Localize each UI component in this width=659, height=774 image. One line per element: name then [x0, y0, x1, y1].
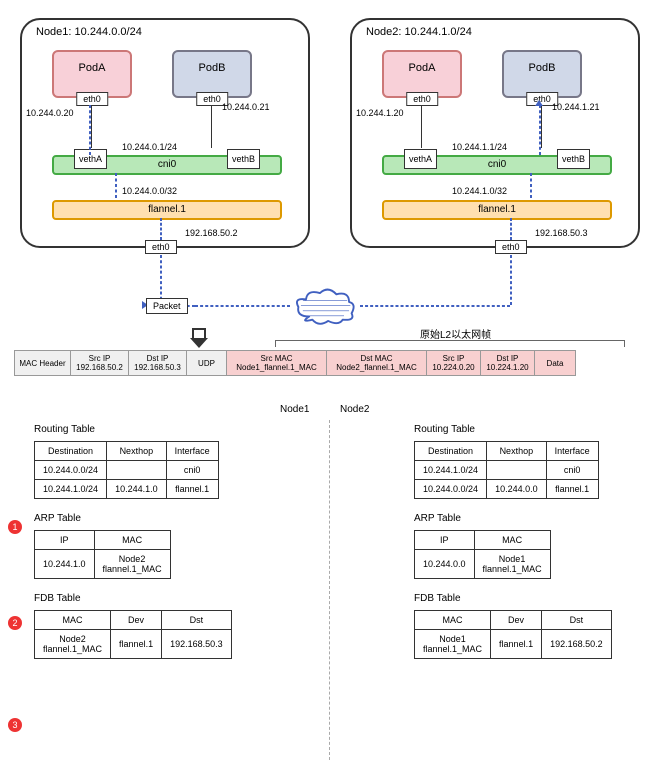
pc-mac-header: MAC Header	[15, 351, 71, 375]
node1-ipA: 10.244.0.20	[26, 108, 74, 118]
node1-tables: Routing Table DestinationNexthopInterfac…	[10, 420, 310, 673]
arrow-down-icon	[188, 328, 208, 348]
pc-src-ip2: Src IP10.224.0.20	[427, 351, 481, 375]
vertical-divider	[329, 420, 330, 760]
podA-label: PodA	[54, 62, 130, 74]
node2-box: Node2: 10.244.1.0/24 PodA eth0 PodB eth0…	[350, 18, 640, 248]
pc-src-ip: Src IP192.168.50.2	[71, 351, 129, 375]
node2-flannel-label: flannel.1	[478, 204, 516, 215]
table-row: 10.244.0.0/2410.244.0.0flannel.1	[415, 480, 599, 499]
node1-cni-bar: cni0 vethA vethB	[52, 155, 282, 175]
node1-section-label: Node1	[280, 404, 309, 415]
node1-cni-label: cni0	[158, 159, 176, 170]
node1-fdb-table: MACDevDst Node2 flannel.1_MACflannel.119…	[34, 610, 232, 659]
node2-podA: PodA eth0	[382, 50, 462, 98]
pc-udp: UDP	[187, 351, 227, 375]
node2-title: Node2: 10.244.1.0/24	[366, 26, 472, 38]
podB-label: PodB	[174, 62, 250, 74]
node2-host-eth: eth0	[495, 240, 527, 254]
pc-dst-mac: Dst MACNode2_flannel.1_MAC	[327, 351, 427, 375]
node1-podA: PodA eth0	[52, 50, 132, 98]
marker-3: 3	[8, 718, 22, 732]
node1-flannel-sub: 10.244.0.0/32	[122, 186, 177, 196]
node2-flannel-bar: flannel.1	[382, 200, 612, 220]
node2-vethA: vethA	[404, 149, 437, 169]
node1-flannel-label: flannel.1	[148, 204, 186, 215]
node2-cni-bar: cni0 vethA vethB	[382, 155, 612, 175]
node2-cni-ip: 10.244.1.1/24	[452, 142, 507, 152]
pc-dst-ip2: Dst IP10.224.1.20	[481, 351, 535, 375]
pc-dst-ip: Dst IP192.168.50.3	[129, 351, 187, 375]
node2-cni-label: cni0	[488, 159, 506, 170]
packet-label-box: Packet	[146, 298, 188, 314]
l2-label: 原始L2以太网帧	[420, 326, 491, 341]
node1-box: Node1: 10.244.0.0/24 PodA eth0 PodB eth0…	[20, 18, 310, 248]
node1-podB: PodB eth0	[172, 50, 252, 98]
node2-routing-table: DestinationNexthopInterface 10.244.1.0/2…	[414, 441, 599, 499]
node2-vethB: vethB	[557, 149, 590, 169]
node2-flannel-sub: 10.244.1.0/32	[452, 186, 507, 196]
node1-host-eth: eth0	[145, 240, 177, 254]
n2podA-eth0: eth0	[406, 92, 438, 106]
arp-title2: ARP Table	[414, 513, 659, 524]
pc-data: Data	[535, 351, 575, 375]
node2-ipA: 10.244.1.20	[356, 108, 404, 118]
node1-routing-table: DestinationNexthopInterface 10.244.0.0/2…	[34, 441, 219, 499]
fdb-title2: FDB Table	[414, 593, 659, 604]
node1-ipB: 10.244.0.21	[222, 102, 270, 112]
podA-eth0: eth0	[76, 92, 108, 106]
node1-cni-ip: 10.244.0.1/24	[122, 142, 177, 152]
table-row: Node1 flannel.1_MACflannel.1192.168.50.2	[415, 630, 612, 659]
node2-tables: Routing Table DestinationNexthopInterfac…	[390, 420, 659, 673]
marker-1: 1	[8, 520, 22, 534]
network-cloud-icon	[290, 288, 360, 326]
table-row: 10.244.1.0/2410.244.1.0flannel.1	[35, 480, 219, 499]
node1-arp-table: IPMAC 10.244.1.0Node2 flannel.1_MAC	[34, 530, 171, 579]
node2-arp-table: IPMAC 10.244.0.0Node1 flannel.1_MAC	[414, 530, 551, 579]
arp-title: ARP Table	[34, 513, 310, 524]
node1-host-ip: 192.168.50.2	[185, 228, 238, 238]
n2podA-label: PodA	[384, 62, 460, 74]
node2-host-ip: 192.168.50.3	[535, 228, 588, 238]
pc-src-mac: Src MACNode1_flannel.1_MAC	[227, 351, 327, 375]
rt-title2: Routing Table	[414, 424, 659, 435]
packet-table: MAC Header Src IP192.168.50.2 Dst IP192.…	[14, 350, 576, 376]
table-row: 10.244.1.0/24cni0	[415, 461, 599, 480]
table-row: 10.244.0.0/24cni0	[35, 461, 219, 480]
node2-podB: PodB eth0	[502, 50, 582, 98]
node2-fdb-table: MACDevDst Node1 flannel.1_MACflannel.119…	[414, 610, 612, 659]
node1-vethB: vethB	[227, 149, 260, 169]
node1-title: Node1: 10.244.0.0/24	[36, 26, 142, 38]
rt-title: Routing Table	[34, 424, 310, 435]
node1-flannel-bar: flannel.1	[52, 200, 282, 220]
node2-ipB: 10.244.1.21	[552, 102, 600, 112]
n2podB-label: PodB	[504, 62, 580, 74]
table-row: Node2 flannel.1_MACflannel.1192.168.50.3	[35, 630, 232, 659]
table-row: 10.244.0.0Node1 flannel.1_MAC	[415, 550, 551, 579]
fdb-title: FDB Table	[34, 593, 310, 604]
marker-2: 2	[8, 616, 22, 630]
table-row: 10.244.1.0Node2 flannel.1_MAC	[35, 550, 171, 579]
node2-section-label: Node2	[340, 404, 369, 415]
